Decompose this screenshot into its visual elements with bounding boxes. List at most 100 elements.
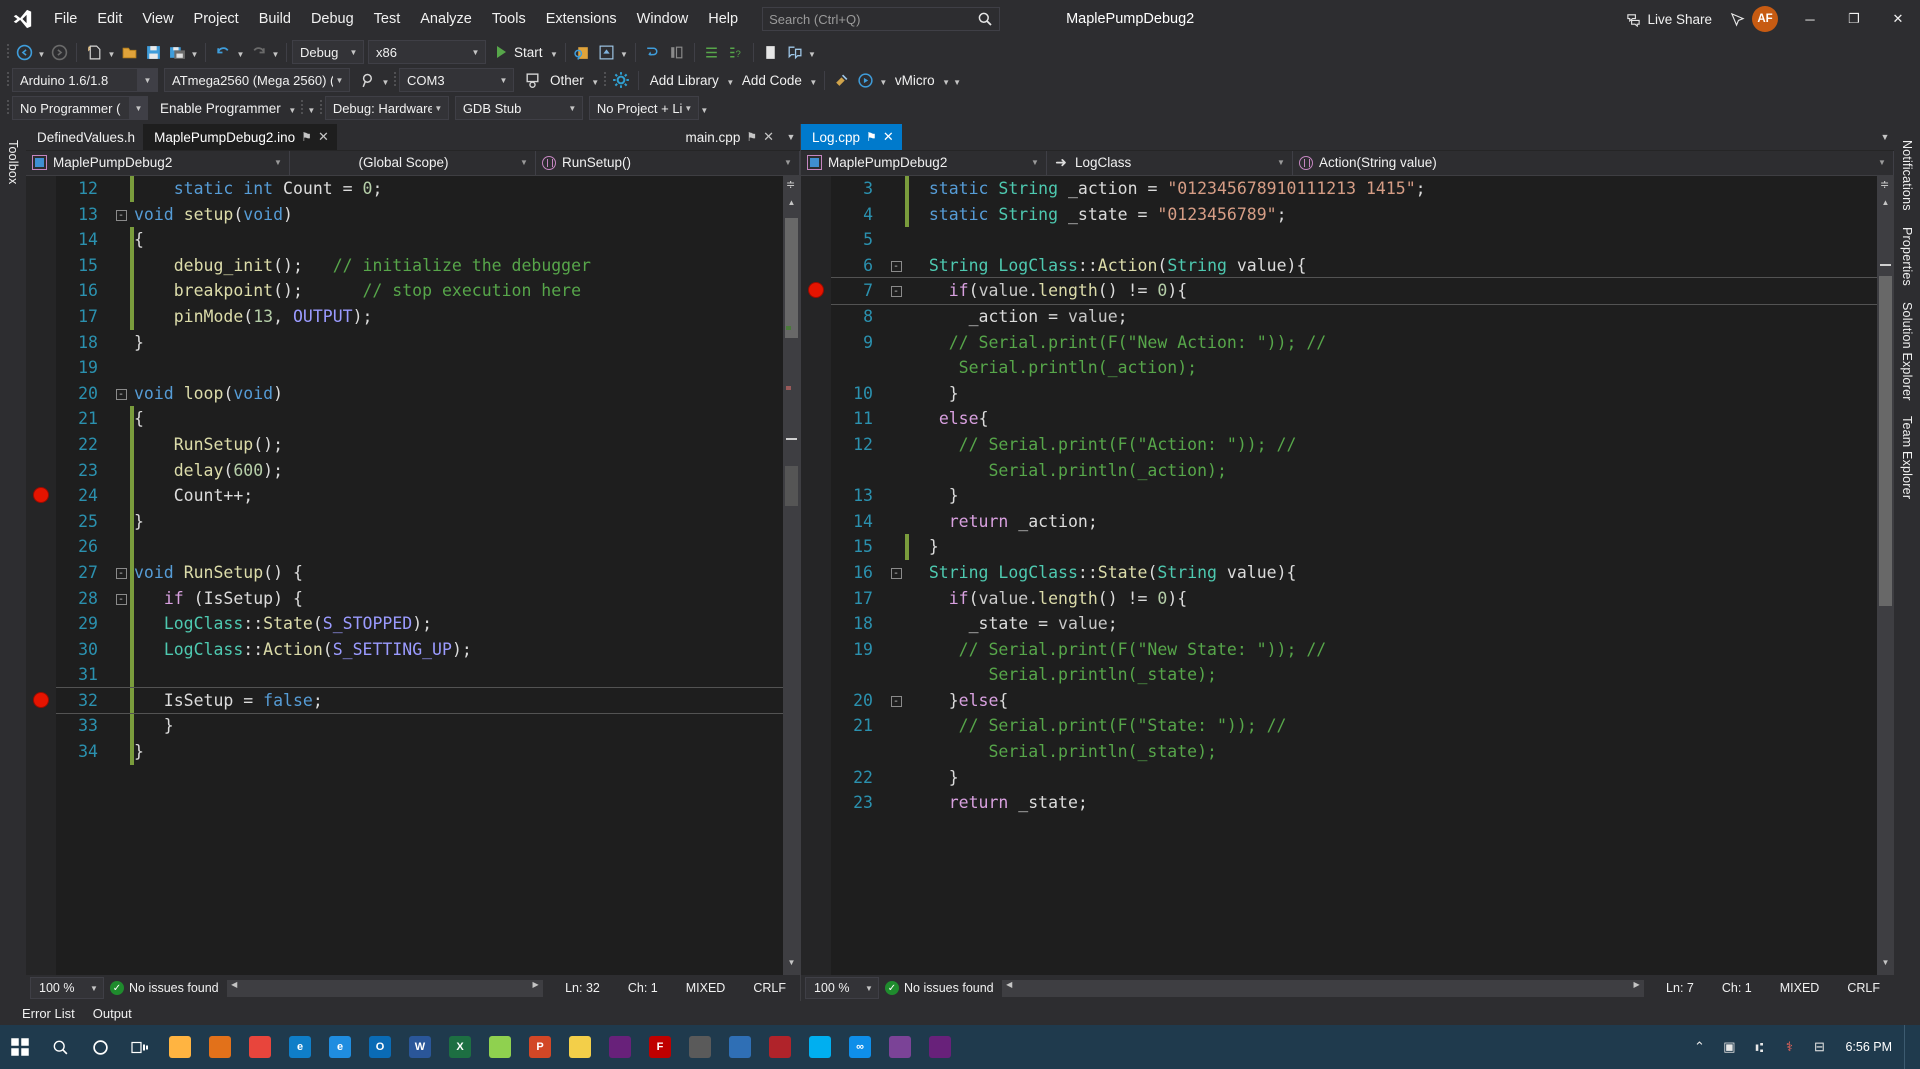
split-view-icon[interactable]: ≑ bbox=[786, 178, 795, 191]
code-line[interactable]: 9 // Serial.print(F("New Action: ")); // bbox=[831, 330, 1877, 356]
fold-toggle-icon[interactable]: - bbox=[887, 278, 905, 304]
taskbar-icon-notepad[interactable] bbox=[480, 1025, 520, 1069]
board-search-dropdown-icon[interactable]: ▼ bbox=[380, 68, 391, 92]
right-breakpoint-gutter[interactable] bbox=[801, 176, 831, 975]
output-tab[interactable]: Output bbox=[93, 1006, 132, 1021]
new-project-icon[interactable] bbox=[82, 40, 106, 64]
maximize-button[interactable]: ❐ bbox=[1832, 0, 1876, 38]
taskbar-icon-paint[interactable] bbox=[560, 1025, 600, 1069]
debug-grip-2[interactable] bbox=[298, 98, 306, 118]
taskbar-icon-visual-studio-2[interactable] bbox=[920, 1025, 960, 1069]
right-nav-scope-combo[interactable]: ➜ LogClass ▼ bbox=[1047, 150, 1293, 175]
menu-debug[interactable]: Debug bbox=[301, 0, 364, 38]
board-search-icon[interactable] bbox=[356, 68, 380, 92]
menu-window[interactable]: Window bbox=[627, 0, 699, 38]
taskbar-icon-chrome[interactable] bbox=[240, 1025, 280, 1069]
scroll-right-icon-2[interactable]: ▶ bbox=[1629, 980, 1644, 997]
live-share-button[interactable]: Live Share bbox=[1616, 12, 1722, 27]
step-into-icon[interactable] bbox=[641, 40, 665, 64]
code-line[interactable]: 18} bbox=[56, 330, 783, 356]
team-explorer-tab[interactable]: Team Explorer bbox=[1900, 408, 1914, 507]
vmicro-settings-icon[interactable] bbox=[609, 68, 633, 92]
show-desktop-button[interactable] bbox=[1904, 1025, 1914, 1069]
scroll-left-icon-2[interactable]: ◀ bbox=[1002, 980, 1017, 997]
close-icon-3[interactable]: ✕ bbox=[883, 129, 894, 145]
fold-toggle-icon[interactable]: - bbox=[112, 381, 130, 407]
scroll-down-icon[interactable]: ▼ bbox=[783, 958, 800, 973]
volume-icon[interactable]: ⊟ bbox=[1805, 1025, 1833, 1069]
fold-toggle-icon[interactable]: - bbox=[112, 560, 130, 586]
arduino-version-combo[interactable]: Arduino 1.6/1.8 bbox=[12, 68, 138, 92]
debug-overflow-icon[interactable]: ▼ bbox=[306, 96, 317, 120]
code-line[interactable]: 4 static String _state = "0123456789"; bbox=[831, 201, 1877, 228]
code-line[interactable]: 7- if(value.length() != 0){ bbox=[831, 277, 1877, 305]
document-tab-logcpp[interactable]: Log.cpp ⚑ ✕ bbox=[801, 124, 902, 150]
taskbar-icon-filezilla[interactable]: F bbox=[640, 1025, 680, 1069]
menu-tools[interactable]: Tools bbox=[482, 0, 536, 38]
redo-icon[interactable] bbox=[246, 40, 270, 64]
debugger-combo[interactable]: GDB Stub ▼ bbox=[454, 96, 583, 120]
start-dropdown-icon[interactable]: ▼ bbox=[549, 40, 560, 64]
serial-monitor-icon[interactable] bbox=[520, 68, 544, 92]
scrollbar-thumb[interactable] bbox=[785, 218, 798, 338]
code-line[interactable]: 23 return _state; bbox=[831, 790, 1877, 816]
save-all-dropdown-icon[interactable]: ▼ bbox=[189, 40, 200, 64]
left-nav-scope-combo[interactable]: (Global Scope) ▼ bbox=[290, 150, 536, 175]
network-icon[interactable]: ⑆ bbox=[1745, 1025, 1773, 1069]
code-line[interactable]: 16 breakpoint(); // stop execution here bbox=[56, 278, 783, 304]
notifications-tab[interactable]: Notifications bbox=[1900, 132, 1914, 219]
code-line[interactable]: 21 { bbox=[56, 406, 783, 432]
task-list-icon[interactable] bbox=[700, 40, 724, 64]
code-line[interactable]: 15 debug_init(); // initialize the debug… bbox=[56, 252, 783, 279]
other-dropdown-icon[interactable]: ▼ bbox=[590, 68, 601, 92]
vmicro-menu-button[interactable]: vMicro bbox=[889, 68, 941, 92]
code-line[interactable]: 29 LogClass::State(S_STOPPED); bbox=[56, 611, 783, 637]
code-line[interactable]: 33 } bbox=[56, 713, 783, 740]
menu-help[interactable]: Help bbox=[698, 0, 748, 38]
send-feedback-icon[interactable] bbox=[1722, 0, 1752, 38]
solution-platform-combo[interactable]: x86 ▼ bbox=[368, 40, 486, 64]
pin-icon[interactable]: ⚑ bbox=[301, 130, 312, 144]
preview-dropdown-icon[interactable]: ▼ bbox=[619, 40, 630, 64]
save-icon[interactable] bbox=[141, 40, 165, 64]
code-line[interactable]: 24 Count++; bbox=[56, 483, 783, 509]
menu-project[interactable]: Project bbox=[184, 0, 249, 38]
scroll-right-icon[interactable]: ▶ bbox=[528, 980, 543, 997]
code-line[interactable]: 5 bbox=[831, 227, 1877, 253]
code-line[interactable]: 20- }else{ bbox=[831, 688, 1877, 714]
programmer-dropdown[interactable]: ▼ bbox=[130, 96, 148, 120]
left-horizontal-scrollbar[interactable]: ◀ ▶ bbox=[226, 979, 544, 997]
code-line[interactable]: 16- String LogClass::State(String value)… bbox=[831, 560, 1877, 586]
fold-toggle-icon[interactable]: - bbox=[887, 560, 905, 586]
new-project-dropdown-icon[interactable]: ▼ bbox=[106, 40, 117, 64]
code-line[interactable]: Serial.println(_state); bbox=[831, 739, 1877, 765]
code-line[interactable]: 14 return _action; bbox=[831, 509, 1877, 535]
debug-mode-combo[interactable]: Debug: Hardware ▼ bbox=[324, 96, 449, 120]
scroll-down-icon-2[interactable]: ▼ bbox=[1877, 958, 1894, 973]
toolbox-tab[interactable]: Toolbox bbox=[6, 132, 20, 193]
code-line[interactable]: 3 static String _action = "0123456789101… bbox=[831, 176, 1877, 202]
code-line[interactable]: 22 RunSetup(); bbox=[56, 431, 783, 458]
taskbar-icon-word[interactable]: W bbox=[400, 1025, 440, 1069]
code-line[interactable]: 20- void loop(void) bbox=[56, 381, 783, 407]
document-tab-maplepumpdebug2[interactable]: MaplePumpDebug2.ino ⚑ ✕ bbox=[143, 124, 337, 150]
programmer-combo[interactable]: No Programmer ( bbox=[12, 96, 130, 120]
code-line[interactable]: 17 pinMode(13, OUTPUT); bbox=[56, 303, 783, 330]
toolbar-grip[interactable] bbox=[4, 42, 12, 62]
taskbar-icon-edge[interactable]: e bbox=[280, 1025, 320, 1069]
menu-edit[interactable]: Edit bbox=[87, 0, 132, 38]
navigate-forward-icon[interactable] bbox=[47, 40, 71, 64]
document-tab-maincpp[interactable]: main.cpp ⚑ ✕ bbox=[675, 124, 782, 150]
other-menu-button[interactable]: Other bbox=[544, 68, 590, 92]
breakpoint-marker[interactable] bbox=[33, 487, 49, 504]
build-icon[interactable] bbox=[830, 68, 854, 92]
code-line[interactable]: 10 } bbox=[831, 381, 1877, 407]
taskbar-icon-skype[interactable] bbox=[800, 1025, 840, 1069]
document-tab-definedvalues[interactable]: DefinedValues.h bbox=[26, 124, 143, 150]
code-line[interactable]: 34} bbox=[56, 739, 783, 765]
save-all-icon[interactable] bbox=[165, 40, 189, 64]
code-line[interactable]: 17 if(value.length() != 0){ bbox=[831, 586, 1877, 612]
code-line[interactable]: 18 _state = value; bbox=[831, 611, 1877, 637]
taskbar-clock[interactable]: 6:56 PM bbox=[1835, 1040, 1902, 1054]
close-icon-2[interactable]: ✕ bbox=[763, 129, 774, 145]
